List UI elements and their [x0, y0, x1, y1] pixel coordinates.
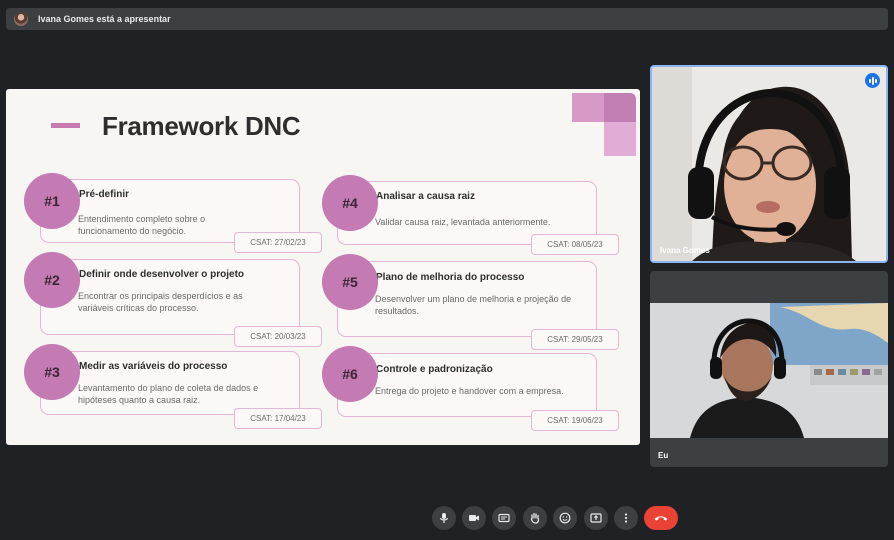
- step-badge: #1: [24, 173, 80, 229]
- step-title: Definir onde desenvolver o projeto: [79, 269, 245, 280]
- present-screen-icon: [590, 513, 602, 523]
- participant-tile-self[interactable]: Eu: [650, 271, 888, 467]
- more-options-button[interactable]: [614, 506, 638, 530]
- slide-title: Framework DNC: [102, 111, 301, 141]
- hand-icon: [530, 512, 540, 524]
- csat-date: CSAT: 29/05/23: [531, 329, 619, 350]
- participant-video: [652, 67, 886, 261]
- participant-name: Eu: [658, 451, 669, 460]
- csat-date: CSAT: 17/04/23: [234, 408, 322, 429]
- present-button[interactable]: [584, 506, 608, 530]
- step-title: Controle e padronização: [376, 364, 493, 375]
- step-badge: #6: [322, 346, 378, 402]
- step-title: Medir as variáveis do processo: [79, 361, 228, 372]
- step-badge: #4: [322, 175, 378, 231]
- camera-icon: [469, 515, 479, 521]
- raise-hand-button[interactable]: [523, 506, 547, 530]
- presenter-avatar: [14, 12, 28, 26]
- camera-button[interactable]: [462, 506, 486, 530]
- step-description: Entendimento completo sobre o funcioname…: [78, 214, 206, 236]
- call-controls: [0, 506, 894, 530]
- step-description: Validar causa raiz, levantada anteriorme…: [375, 217, 551, 227]
- csat-date: CSAT: 20/03/23: [234, 326, 322, 347]
- emoji-icon: [559, 512, 571, 524]
- participant-video: [650, 303, 888, 438]
- title-accent-bar: [51, 123, 80, 128]
- csat-date: CSAT: 19/06/23: [531, 410, 619, 431]
- step-badge: #5: [322, 254, 378, 310]
- step-badge: #2: [24, 252, 80, 308]
- step-badge: #3: [24, 344, 80, 400]
- step-description: Levantamento do plano de coleta de dados…: [78, 383, 259, 405]
- csat-date: CSAT: 08/05/23: [531, 234, 619, 255]
- decorative-block: [604, 93, 636, 122]
- leave-call-button[interactable]: [644, 506, 678, 530]
- step-description: Encontrar os principais desperdícios e a…: [78, 291, 243, 313]
- reactions-button[interactable]: [553, 506, 577, 530]
- speaking-indicator-icon: [865, 73, 880, 88]
- participant-name: Ivana Gomes: [660, 246, 710, 255]
- step-description: Entrega do projeto e handover com a empr…: [375, 386, 564, 396]
- step-title: Plano de melhoria do processo: [376, 272, 525, 283]
- more-vertical-icon: [624, 513, 628, 523]
- csat-date: CSAT: 27/02/23: [234, 232, 322, 253]
- step-title: Analisar a causa raiz: [376, 191, 475, 202]
- decorative-block: [604, 122, 636, 156]
- presenter-bar: Ivana Gomes está a apresentar: [6, 8, 888, 30]
- presenter-bar-text: Ivana Gomes está a apresentar: [38, 14, 171, 24]
- captions-button[interactable]: [492, 506, 516, 530]
- participant-tile-ivana[interactable]: Ivana Gomes: [650, 65, 888, 263]
- self-video-frame: [650, 303, 888, 438]
- shared-slide: Framework DNC Pré-definir Entendimento c…: [6, 89, 640, 445]
- captions-icon: [498, 513, 510, 523]
- step-description: Desenvolver um plano de melhoria e proje…: [375, 294, 572, 316]
- microphone-icon: [439, 513, 449, 523]
- mic-button[interactable]: [432, 506, 456, 530]
- step-title: Pré-definir: [79, 189, 130, 200]
- end-call-icon: [654, 516, 668, 521]
